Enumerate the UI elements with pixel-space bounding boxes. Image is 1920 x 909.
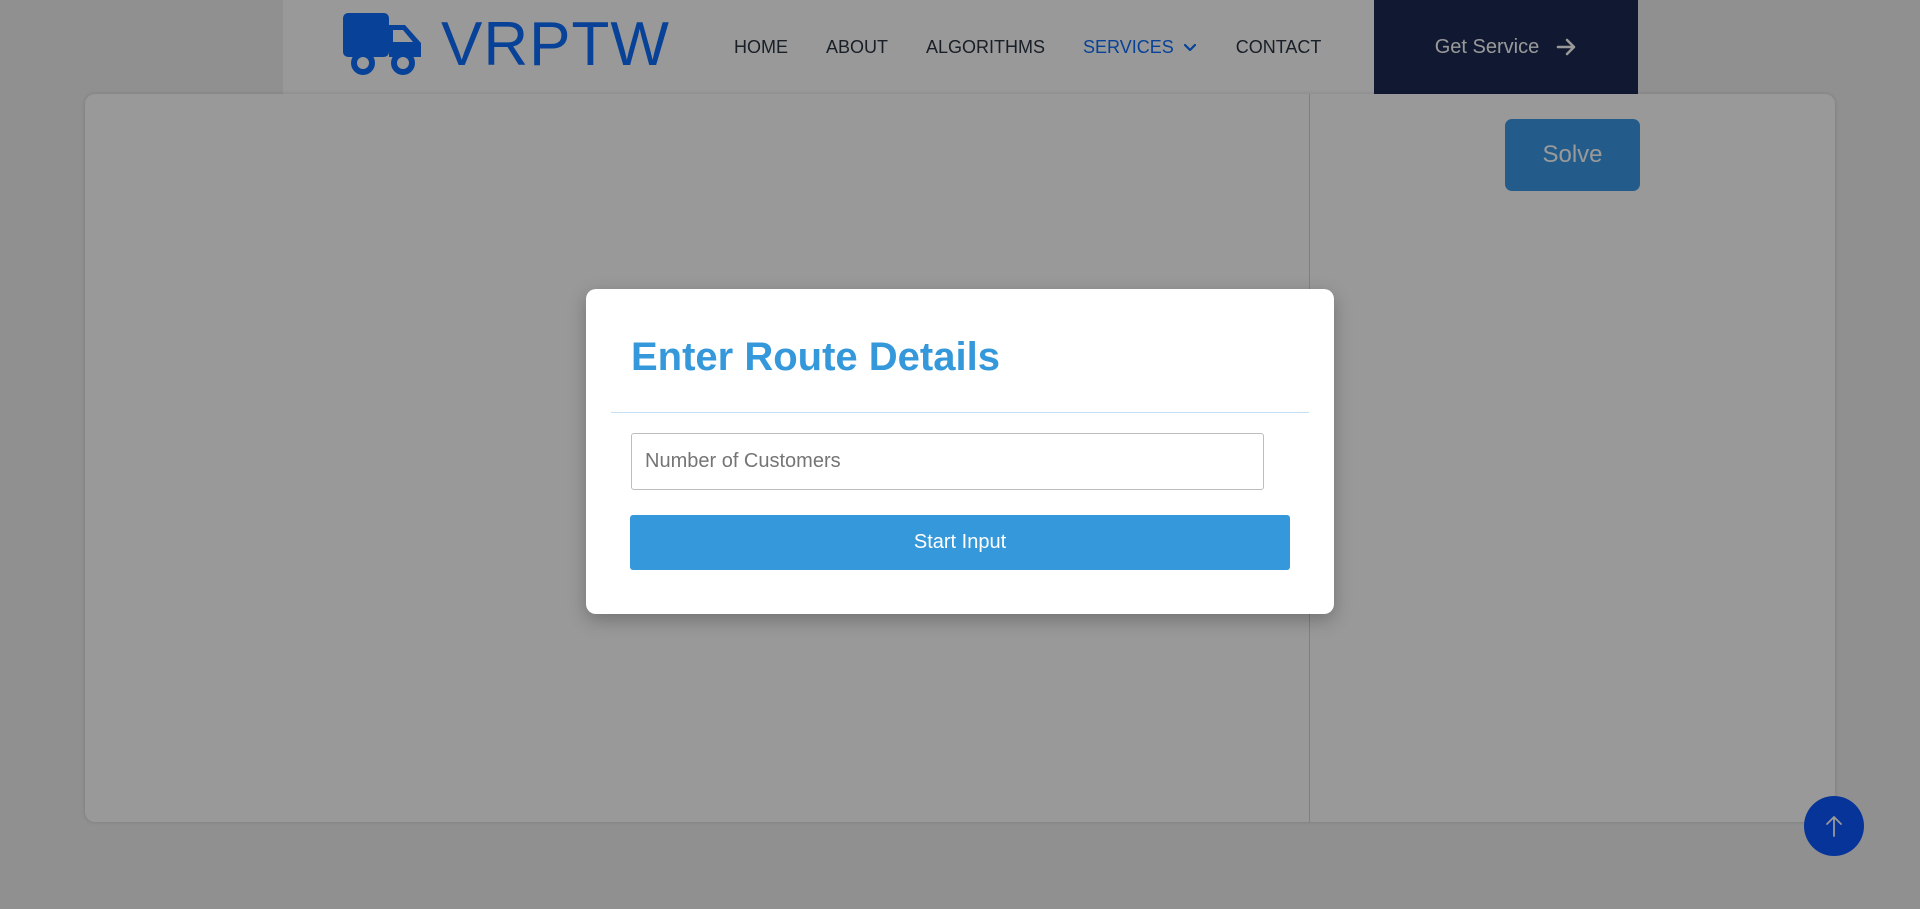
modal-title: Enter Route Details: [631, 335, 1000, 379]
number-of-customers-input[interactable]: [631, 433, 1264, 490]
route-details-modal: Enter Route Details Start Input: [586, 289, 1334, 614]
start-input-button[interactable]: Start Input: [630, 515, 1290, 570]
modal-divider: [611, 412, 1309, 413]
